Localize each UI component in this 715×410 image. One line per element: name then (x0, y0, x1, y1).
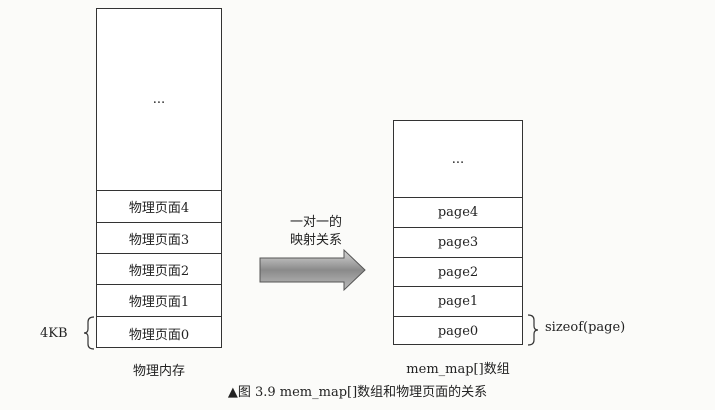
physical-page-0: 物理页面0 (97, 316, 221, 349)
right-brace-icon (527, 314, 539, 346)
mem-map-page-1: page1 (394, 286, 522, 316)
physical-memory-stack: ... 物理页面4 物理页面3 物理页面2 物理页面1 物理页面0 (96, 8, 222, 348)
physical-page-2: 物理页面2 (97, 253, 221, 284)
physical-memory-ellipsis: ... (152, 92, 166, 107)
mapping-label-line1: 一对一的 (289, 215, 342, 230)
figure-caption: ▲图 3.9 mem_map[]数组和物理页面的关系 (227, 385, 488, 400)
mem-map-title: mem_map[]数组 (406, 362, 510, 377)
page-size-label: 4KB (40, 326, 68, 341)
mapping-label: 一对一的 映射关系 (266, 214, 366, 250)
mem-map-page-2: page2 (394, 257, 522, 286)
mem-map-page-3: page3 (394, 227, 522, 257)
element-size-label: sizeof(page) (545, 320, 626, 335)
physical-page-4: 物理页面4 (97, 190, 221, 222)
mem-map-page-4: page4 (394, 197, 522, 227)
physical-page-3: 物理页面3 (97, 222, 221, 253)
mem-map-ellipsis: ... (451, 151, 465, 167)
physical-page-1: 物理页面1 (97, 284, 221, 316)
left-brace-icon (83, 316, 95, 350)
mapping-arrow-icon (259, 248, 366, 292)
physical-memory-title: 物理内存 (132, 364, 185, 379)
mem-map-stack: ... page4 page3 page2 page1 page0 (393, 120, 523, 345)
mem-map-page-0: page0 (394, 316, 522, 346)
